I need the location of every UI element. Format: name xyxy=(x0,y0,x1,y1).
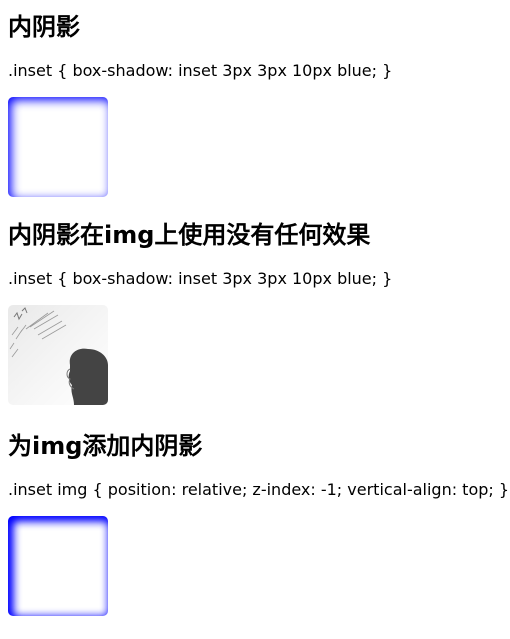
section-title-img-no-effect: 内阴影在img上使用没有任何效果 xyxy=(8,221,371,249)
image-with-inset-shadow xyxy=(8,516,108,616)
section-code-img-with-shadow: .inset img { position: relative; z-index… xyxy=(8,480,510,499)
sketch-strokes xyxy=(9,521,67,569)
section-title-inset-shadow: 内阴影 xyxy=(8,13,80,41)
sketch-marks xyxy=(13,518,28,532)
portrait-image xyxy=(8,305,108,405)
figure-silhouette xyxy=(68,559,108,616)
image-without-shadow xyxy=(8,305,108,405)
inset-shadow-overlay xyxy=(8,516,108,616)
section-code-img-no-effect: .inset { box-shadow: inset 3px 3px 10px … xyxy=(8,269,393,288)
portrait-image-shadowed xyxy=(8,516,108,616)
page: 内阴影 .inset { box-shadow: inset 3px 3px 1… xyxy=(0,0,510,639)
image-background xyxy=(8,516,108,616)
inset-shadow-demo-box xyxy=(8,97,108,197)
section-title-img-with-shadow: 为img添加内阴影 xyxy=(8,432,203,460)
face-outline xyxy=(66,579,75,601)
section-code-inset-shadow: .inset { box-shadow: inset 3px 3px 10px … xyxy=(8,61,393,80)
figure-silhouette xyxy=(68,348,108,405)
